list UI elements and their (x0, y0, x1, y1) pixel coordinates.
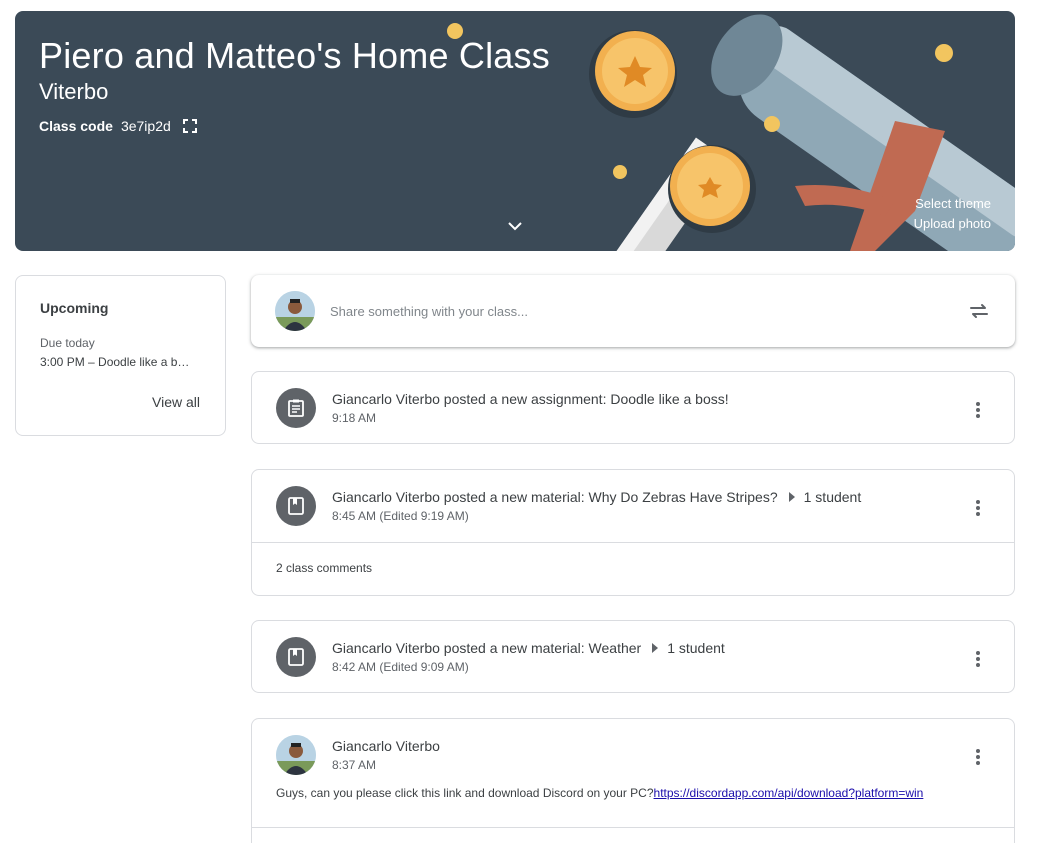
post-time: 8:42 AM (Edited 9:09 AM) (332, 660, 469, 674)
class-code-row: Class code 3e7ip2d (39, 118, 197, 134)
post-body: Guys, can you please click this link and… (276, 786, 923, 800)
user-photo-icon (276, 735, 316, 775)
post-author: Giancarlo Viterbo (332, 738, 440, 754)
stream-post-material[interactable]: Giancarlo Viterbo posted a new material:… (251, 620, 1015, 693)
stream-post-announcement[interactable]: Giancarlo Viterbo 8:37 AM Guys, can you … (251, 718, 1015, 843)
user-photo-icon (275, 291, 315, 331)
upcoming-item[interactable]: 3:00 PM – Doodle like a b… (40, 355, 201, 369)
material-icon (276, 486, 316, 526)
post-title-text: Giancarlo Viterbo posted a new material:… (332, 640, 642, 656)
share-input[interactable]: Share something with your class... (330, 304, 967, 319)
divider (252, 827, 1014, 828)
stream-post-material[interactable]: Giancarlo Viterbo posted a new material:… (251, 469, 1015, 596)
post-title-text: Giancarlo Viterbo posted a new material:… (332, 489, 778, 505)
stream-post-assignment[interactable]: Giancarlo Viterbo posted a new assignmen… (251, 371, 1015, 444)
chevron-down-icon[interactable] (505, 216, 525, 236)
assignment-icon (276, 388, 316, 428)
post-title-text: Giancarlo Viterbo posted a new assignmen… (332, 391, 729, 407)
post-time: 9:18 AM (332, 411, 377, 425)
due-today-label: Due today (40, 336, 95, 350)
post-link[interactable]: https://discordapp.com/api/download?plat… (654, 786, 924, 800)
fullscreen-icon[interactable] (182, 119, 197, 133)
class-comments-link[interactable]: 2 class comments (252, 542, 1014, 594)
avatar (275, 291, 315, 331)
class-banner: Piero and Matteo's Home Class Viterbo Cl… (15, 11, 1015, 251)
material-icon (276, 637, 316, 677)
post-title[interactable]: Giancarlo Viterbo posted a new assignmen… (332, 391, 729, 407)
audience-label: 1 student (667, 640, 725, 656)
class-title: Piero and Matteo's Home Class (39, 35, 550, 76)
post-title[interactable]: Giancarlo Viterbo posted a new material:… (332, 640, 725, 656)
more-options-icon[interactable] (966, 647, 990, 671)
upcoming-panel: Upcoming Due today 3:00 PM – Doodle like… (15, 275, 226, 436)
more-options-icon[interactable] (966, 745, 990, 769)
upload-photo-link[interactable]: Upload photo (914, 216, 991, 231)
class-section: Viterbo (39, 79, 109, 104)
share-box[interactable]: Share something with your class... (251, 275, 1015, 347)
post-time: 8:45 AM (Edited 9:19 AM) (332, 509, 469, 523)
select-theme-link[interactable]: Select theme (915, 196, 991, 211)
class-code-label: Class code (39, 118, 113, 134)
audience-label: 1 student (803, 489, 862, 505)
post-body-text: Guys, can you please click this link and… (276, 786, 654, 800)
repost-icon[interactable] (967, 299, 991, 323)
caret-right-icon (788, 492, 795, 502)
post-title[interactable]: Giancarlo Viterbo posted a new material:… (332, 489, 861, 505)
more-options-icon[interactable] (966, 496, 990, 520)
upcoming-heading: Upcoming (40, 300, 109, 316)
post-time: 8:37 AM (332, 758, 377, 772)
caret-right-icon (652, 643, 659, 653)
more-options-icon[interactable] (966, 398, 990, 422)
view-all-link[interactable]: View all (152, 394, 200, 410)
class-code-value: 3e7ip2d (120, 118, 171, 134)
avatar (276, 735, 316, 775)
